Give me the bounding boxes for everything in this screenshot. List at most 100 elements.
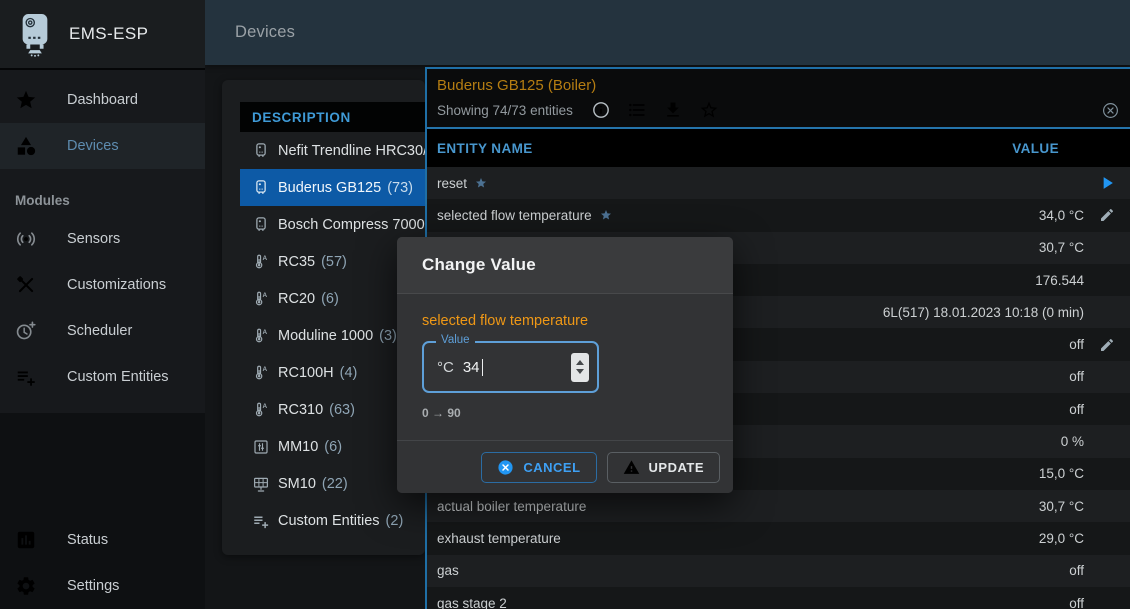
ems-esp-logo-icon [16,11,54,57]
device-name: RC100H [278,365,334,381]
device-row[interactable]: Custom Entities(2) [240,502,425,539]
device-name: Nefit Trendline HRC30/C [278,143,425,159]
sidebar-item-status[interactable]: Status [0,517,205,563]
device-count: (6) [324,439,342,455]
entity-row[interactable]: gasoff [427,555,1130,587]
sidebar-item-label: Custom Entities [67,369,169,385]
device-count: (63) [329,402,355,418]
list-icon[interactable] [627,100,647,120]
entity-table-head: ENTITY NAME VALUE [427,129,1130,167]
unit-prefix: °C [437,359,454,376]
favorite-star-icon [475,177,487,189]
sensors-icon [15,228,37,250]
sidebar-item-sensors[interactable]: Sensors [0,216,205,262]
entity-row[interactable]: gas stage 2off [427,587,1130,609]
dialog-title: Change Value [422,255,536,275]
device-count: (2) [386,513,404,529]
dialog-header: Change Value [397,237,733,294]
app-title: EMS-ESP [69,24,148,44]
number-stepper[interactable] [571,353,589,382]
device-list-card: DESCRIPTION Nefit Trendline HRC30/C Buder… [222,80,425,555]
entity-name: exhaust temperature [437,531,561,546]
sort-icon[interactable] [542,140,558,156]
play-icon[interactable] [1097,173,1117,193]
device-name: Bosch Compress 7000i [278,217,425,233]
dialog-body: selected flow temperature Value °C 34 0 … [397,313,733,420]
warning-icon [623,459,640,476]
thermostat-icon [252,253,270,271]
favorite-star-icon [600,209,612,221]
row-action-slot [1084,173,1130,193]
thermostat-icon [252,364,270,382]
text-caret [482,359,484,376]
device-row[interactable]: Nefit Trendline HRC30/C [240,132,425,169]
entity-value: 176.544 [1035,273,1084,288]
entity-row[interactable]: reset [427,167,1130,199]
assessment-icon [15,529,37,551]
cancel-button-label: CANCEL [523,460,580,475]
entity-panel-title: Buderus GB125 (Boiler) [427,69,1130,94]
boiler-icon [252,179,270,197]
sidebar-nav: Dashboard Devices Modules Sensors Custom… [0,70,205,413]
sidebar-item-label: Status [67,532,108,548]
cancel-icon [497,459,514,476]
stepper-up-icon[interactable] [576,360,584,365]
update-button[interactable]: UPDATE [607,452,720,483]
sidebar-item-devices[interactable]: Devices [0,123,205,169]
sidebar-item-settings[interactable]: Settings [0,563,205,609]
thermostat-icon [252,290,270,308]
construction-icon [15,274,37,296]
entity-toolbar: Showing 74/73 entities [427,100,1130,120]
sidebar-item-customizations[interactable]: Customizations [0,262,205,308]
entity-row[interactable]: selected flow temperature 34,0 °C [427,199,1130,231]
device-name: Buderus GB125 [278,180,381,196]
info-icon[interactable] [591,100,611,120]
entity-panel-header: Buderus GB125 (Boiler) Showing 74/73 ent… [427,69,1130,129]
device-count: (6) [321,291,339,307]
device-count: (4) [340,365,358,381]
star-icon [15,89,37,111]
showing-entities-text: Showing 74/73 entities [437,103,573,118]
update-button-label: UPDATE [649,460,704,475]
device-count: (3) [379,328,397,344]
cancel-button[interactable]: CANCEL [481,452,596,483]
entity-row[interactable]: exhaust temperature29,0 °C [427,522,1130,554]
sort-icon[interactable] [1068,140,1084,156]
row-action-slot [1084,207,1130,223]
device-row[interactable]: Buderus GB125 (73) [240,169,425,206]
entity-value: 30,7 °C [1039,240,1084,255]
entity-name: gas stage 2 [437,596,507,609]
category-icon [15,135,37,157]
entity-name: selected flow temperature [437,208,592,223]
entity-value: 34,0 °C [1039,208,1084,223]
device-table-header: DESCRIPTION [240,102,425,132]
close-circle-icon[interactable] [1101,101,1120,120]
sidebar-item-scheduler[interactable]: Scheduler [0,308,205,354]
sidebar-item-custom-entities[interactable]: Custom Entities [0,354,205,400]
device-name: MM10 [278,439,318,455]
column-value: VALUE [1012,141,1059,156]
field-label: selected flow temperature [422,313,708,329]
star-outline-icon[interactable] [699,100,719,120]
entity-value: off [1069,337,1084,352]
sidebar-bottom: Status Settings [0,517,205,609]
gear-icon [15,575,37,597]
device-row[interactable]: Bosch Compress 7000i [240,206,425,243]
edit-icon[interactable] [1099,207,1115,223]
change-value-dialog: Change Value selected flow temperature V… [397,237,733,493]
value-input[interactable]: Value °C 34 [422,341,599,393]
row-action-slot [1084,337,1130,353]
edit-icon[interactable] [1099,337,1115,353]
stepper-down-icon[interactable] [576,369,584,374]
value-input-text: 34 [463,359,480,376]
value-range-hint: 0 → 90 [422,406,708,420]
column-entity-name: ENTITY NAME [437,141,533,156]
modules-section-label: Modules [15,193,205,208]
entity-value: off [1069,369,1084,384]
page-title: Devices [235,23,295,42]
sidebar-item-dashboard[interactable]: Dashboard [0,77,205,123]
device-count: (73) [387,180,413,196]
entity-value: 6L(517) 18.01.2023 10:18 (0 min) [883,305,1084,320]
entity-row[interactable]: actual boiler temperature30,7 °C [427,490,1130,522]
download-icon[interactable] [663,100,683,120]
